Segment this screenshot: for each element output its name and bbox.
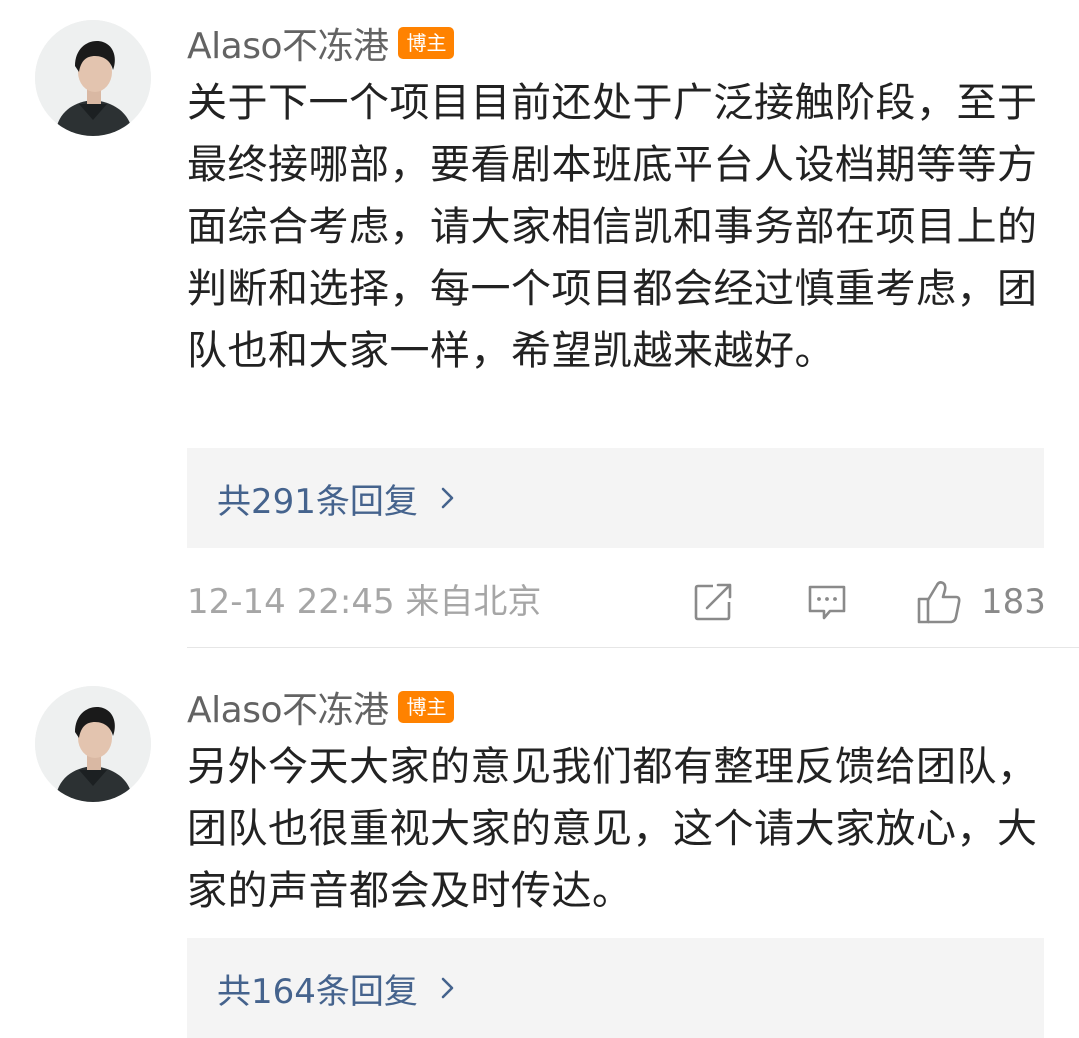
comment-footer: 12-14 22:45 来自北京 183	[187, 578, 1046, 626]
replies-count-label: 共291条回复	[217, 481, 418, 522]
like-count: 183	[981, 582, 1046, 622]
thumbs-up-icon	[917, 581, 961, 624]
author-badge: 博主	[398, 27, 455, 59]
comment-header: Alaso不冻港 博主	[187, 681, 455, 733]
share-icon[interactable]	[691, 580, 735, 624]
avatar[interactable]	[35, 686, 151, 802]
comment-text: 另外今天大家的意见我们都有整理反馈给团队，团队也很重视大家的意见，这个请大家放心…	[187, 744, 1038, 914]
chevron-right-icon	[441, 977, 454, 999]
comment-header: Alaso不冻港 博主	[187, 17, 455, 69]
view-replies-link[interactable]: 共291条回复	[217, 474, 460, 523]
replies-panel[interactable]: 共164条回复	[187, 938, 1044, 1038]
author-badge: 博主	[398, 691, 455, 723]
comment-divider	[187, 647, 1079, 648]
chevron-right-icon	[441, 487, 454, 509]
avatar[interactable]	[35, 20, 151, 136]
username-link[interactable]: Alaso不冻港	[187, 681, 389, 733]
comment-icon[interactable]	[805, 580, 849, 624]
comment-item: Alaso不冻港 博主 关于下一个项目目前还处于广泛接触阶段，至于最终接哪部，要…	[0, 0, 1079, 648]
avatar-image	[35, 20, 151, 136]
username-link[interactable]: Alaso不冻港	[187, 17, 389, 69]
avatar-image	[35, 686, 151, 802]
comment-item: Alaso不冻港 博主 另外今天大家的意见我们都有整理反馈给团队，团队也很重视大…	[0, 650, 1079, 1038]
replies-panel[interactable]: 共291条回复	[187, 448, 1044, 548]
view-replies-link[interactable]: 共164条回复	[217, 964, 460, 1013]
replies-count-label: 共164条回复	[217, 971, 418, 1012]
timestamp-location: 12-14 22:45 来自北京	[187, 582, 542, 622]
like-button[interactable]: 183	[915, 578, 1046, 626]
comment-text: 关于下一个项目目前还处于广泛接触阶段，至于最终接哪部，要看剧本班底平台人设档期等…	[187, 80, 1038, 374]
